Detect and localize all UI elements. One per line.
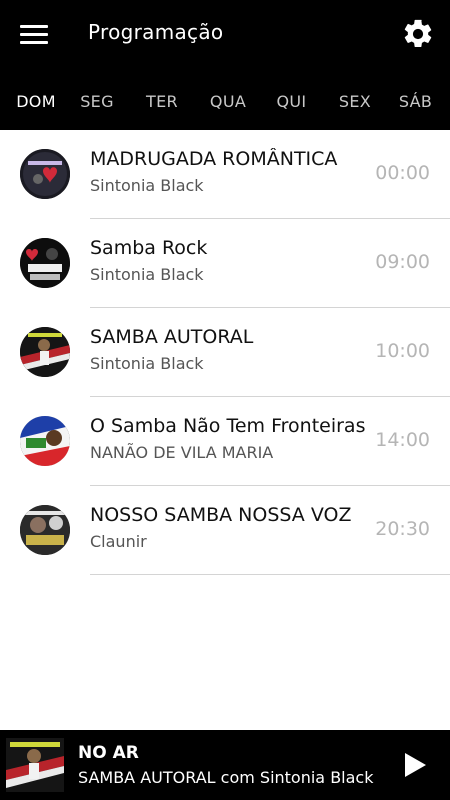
top-bar: Programação <box>0 0 450 72</box>
program-title: NOSSO SAMBA NOSSA VOZ <box>90 504 352 526</box>
program-title: Samba Rock <box>90 237 208 259</box>
gear-icon[interactable] <box>398 14 438 54</box>
tab-sab[interactable]: SÁB <box>381 72 450 130</box>
program-thumbnail <box>20 505 70 555</box>
now-playing-track: SAMBA AUTORAL com Sintonia Black <box>78 768 374 787</box>
program-host: NANÃO DE VILA MARIA <box>90 443 274 462</box>
program-title: MADRUGADA ROMÂNTICA <box>90 148 338 170</box>
app-root: Programação DOM SEG TER QUA QUI SEX SÁB <box>0 0 450 800</box>
hamburger-menu-icon[interactable] <box>14 16 54 52</box>
program-thumbnail <box>20 149 70 199</box>
tab-qui[interactable]: QUI <box>254 72 329 130</box>
on-air-label: NO AR <box>78 743 139 763</box>
tab-seg[interactable]: SEG <box>72 72 122 130</box>
now-playing-thumbnail <box>6 738 64 792</box>
schedule-row[interactable]: O Samba Não Tem Fronteiras NANÃO DE VILA… <box>0 397 450 486</box>
play-icon[interactable] <box>400 750 430 780</box>
tab-qua[interactable]: QUA <box>202 72 254 130</box>
schedule-list: MADRUGADA ROMÂNTICA Sintonia Black 00:00… <box>0 130 450 575</box>
program-host: Sintonia Black <box>90 265 204 284</box>
tab-sex[interactable]: SEX <box>329 72 381 130</box>
program-time: 00:00 <box>375 162 430 184</box>
program-thumbnail <box>20 238 70 288</box>
program-time: 10:00 <box>375 340 430 362</box>
schedule-row[interactable]: Samba Rock Sintonia Black 09:00 <box>0 219 450 308</box>
page-title: Programação <box>88 20 224 44</box>
day-tabs: DOM SEG TER QUA QUI SEX SÁB <box>0 72 450 130</box>
schedule-row[interactable]: NOSSO SAMBA NOSSA VOZ Claunir 20:30 <box>0 486 450 575</box>
tab-dom[interactable]: DOM <box>0 72 72 130</box>
program-title: SAMBA AUTORAL <box>90 326 254 348</box>
schedule-row[interactable]: SAMBA AUTORAL Sintonia Black 10:00 <box>0 308 450 397</box>
now-playing-bar[interactable]: NO AR SAMBA AUTORAL com Sintonia Black <box>0 730 450 800</box>
program-host: Sintonia Black <box>90 354 204 373</box>
schedule-row[interactable]: MADRUGADA ROMÂNTICA Sintonia Black 00:00 <box>0 130 450 219</box>
program-host: Sintonia Black <box>90 176 204 195</box>
program-time: 20:30 <box>375 518 430 540</box>
program-host: Claunir <box>90 532 147 551</box>
program-thumbnail <box>20 327 70 377</box>
program-title: O Samba Não Tem Fronteiras <box>90 415 366 437</box>
program-time: 14:00 <box>375 429 430 451</box>
app-header: Programação DOM SEG TER QUA QUI SEX SÁB <box>0 0 450 130</box>
program-time: 09:00 <box>375 251 430 273</box>
row-divider <box>90 574 450 575</box>
program-thumbnail <box>20 416 70 466</box>
tab-ter[interactable]: TER <box>122 72 202 130</box>
